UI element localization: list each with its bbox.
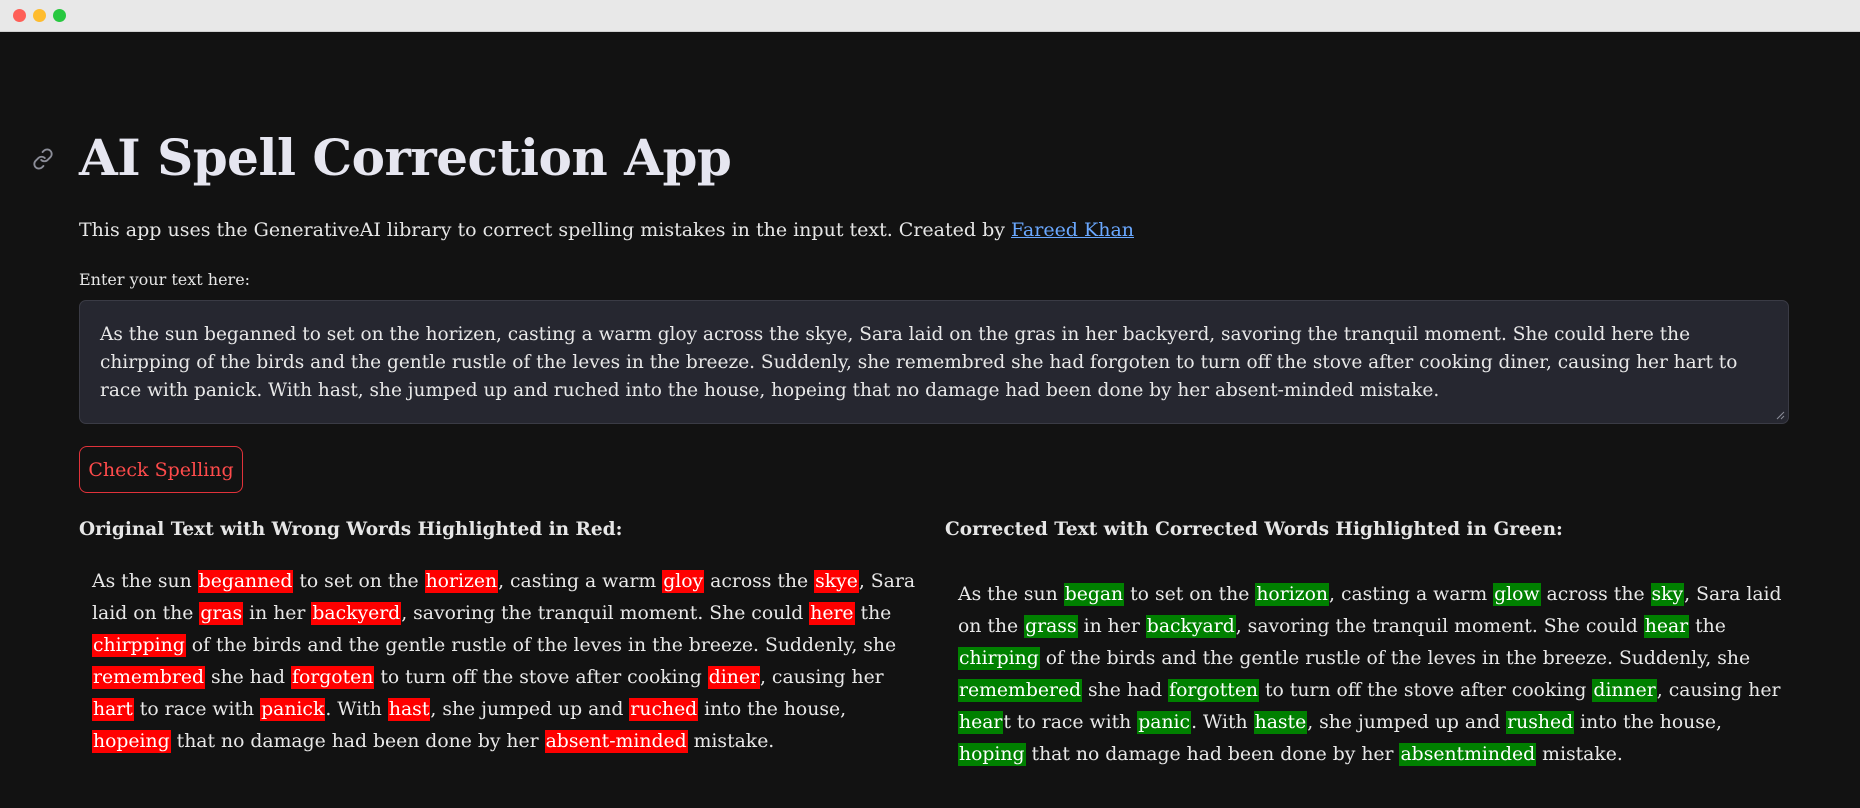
wrong-word-highlight: gras	[199, 602, 244, 625]
corrected-text-heading: Corrected Text with Corrected Words High…	[945, 519, 1563, 540]
minimize-window-button[interactable]	[33, 9, 46, 22]
text-segment: in her	[243, 603, 312, 624]
text-segment: , casting a warm	[498, 571, 663, 592]
original-text-heading: Original Text with Wrong Words Highlight…	[79, 519, 623, 540]
wrong-word-highlight: horizen	[424, 570, 499, 593]
text-segment: As the sun	[958, 584, 1064, 605]
page-title: AI Spell Correction App	[79, 128, 732, 187]
wrong-word-highlight: diner	[707, 666, 760, 689]
corrected-word-highlight: absentminded	[1399, 743, 1537, 766]
wrong-word-highlight: hart	[92, 698, 134, 721]
text-segment: , causing her	[1656, 680, 1781, 701]
text-segment: , she jumped up and	[430, 699, 630, 720]
text-segment: , she jumped up and	[1307, 712, 1507, 733]
text-segment: t to race with	[1003, 712, 1138, 733]
corrected-word-highlight: panic	[1137, 711, 1192, 734]
text-segment: she had	[204, 667, 292, 688]
corrected-word-highlight: backyard	[1145, 615, 1236, 638]
wrong-word-highlight: absent-minded	[544, 730, 688, 753]
corrected-word-highlight: glow	[1493, 583, 1541, 606]
wrong-word-highlight: beganned	[197, 570, 294, 593]
corrected-word-highlight: dinner	[1592, 679, 1657, 702]
text-segment: to turn off the stove after cooking	[374, 667, 708, 688]
text-segment: that no damage had been done by her	[1025, 744, 1400, 765]
corrected-word-highlight: hear	[1643, 615, 1690, 638]
text-segment: , casting a warm	[1329, 584, 1494, 605]
corrected-word-highlight: hear	[958, 711, 1004, 734]
wrong-word-highlight: gloy	[662, 570, 705, 593]
text-segment: . With	[325, 699, 388, 720]
text-segment: to set on the	[1124, 584, 1256, 605]
text-segment: of the birds and the gentle rustle of th…	[185, 635, 897, 656]
text-segment: the	[854, 603, 892, 624]
wrong-word-highlight: ruched	[629, 698, 699, 721]
wrong-word-highlight: forgoten	[291, 666, 375, 689]
corrected-text-output: As the sun began to set on the horizon, …	[958, 579, 1788, 771]
window-titlebar	[0, 0, 1860, 32]
text-input-area[interactable]: As the sun beganned to set on the horize…	[79, 300, 1789, 424]
corrected-word-highlight: rushed	[1506, 711, 1575, 734]
app-description: This app uses the GenerativeAI library t…	[79, 216, 1134, 244]
wrong-word-highlight: remembred	[92, 666, 205, 689]
wrong-word-highlight: hast	[387, 698, 431, 721]
wrong-word-highlight: backyerd	[311, 602, 402, 625]
text-input-label: Enter your text here:	[79, 270, 251, 289]
corrected-word-highlight: began	[1063, 583, 1125, 606]
text-input-value[interactable]: As the sun beganned to set on the horize…	[100, 324, 1737, 401]
original-text-output: As the sun beganned to set on the horize…	[92, 566, 922, 758]
text-segment: that no damage had been done by her	[170, 731, 545, 752]
text-segment: to turn off the stove after cooking	[1259, 680, 1593, 701]
text-segment: , savoring the tranquil moment. She coul…	[1235, 616, 1644, 637]
wrong-word-highlight: here	[809, 602, 855, 625]
wrong-word-highlight: panick	[260, 698, 326, 721]
corrected-word-highlight: chirping	[958, 647, 1040, 670]
text-segment: in her	[1077, 616, 1146, 637]
author-link[interactable]: Fareed Khan	[1011, 219, 1134, 241]
wrong-word-highlight: chirpping	[92, 634, 186, 657]
text-segment: mistake.	[687, 731, 775, 752]
text-segment: into the house,	[698, 699, 847, 720]
resize-grip-icon[interactable]	[1775, 410, 1785, 420]
text-segment: , savoring the tranquil moment. She coul…	[401, 603, 810, 624]
text-segment: to race with	[133, 699, 261, 720]
corrected-word-highlight: hoping	[958, 743, 1026, 766]
text-segment: across the	[704, 571, 815, 592]
text-segment: mistake.	[1536, 744, 1623, 765]
corrected-word-highlight: horizon	[1255, 583, 1330, 606]
text-segment: . With	[1191, 712, 1254, 733]
text-segment: to set on the	[293, 571, 425, 592]
text-segment: As the sun	[92, 571, 198, 592]
corrected-word-highlight: haste	[1253, 711, 1308, 734]
corrected-word-highlight: forgotten	[1168, 679, 1260, 702]
close-window-button[interactable]	[13, 9, 26, 22]
corrected-word-highlight: grass	[1024, 615, 1078, 638]
text-segment: across the	[1540, 584, 1651, 605]
wrong-word-highlight: hopeing	[92, 730, 171, 753]
text-segment: into the house,	[1574, 712, 1723, 733]
corrected-word-highlight: remembered	[958, 679, 1083, 702]
link-icon[interactable]	[32, 148, 54, 170]
maximize-window-button[interactable]	[53, 9, 66, 22]
text-segment: , causing her	[759, 667, 884, 688]
wrong-word-highlight: skye	[814, 570, 859, 593]
text-segment: of the birds and the gentle rustle of th…	[1039, 648, 1751, 669]
check-spelling-button[interactable]: Check Spelling	[79, 446, 243, 493]
text-segment: she had	[1082, 680, 1169, 701]
corrected-word-highlight: sky	[1650, 583, 1685, 606]
text-segment: the	[1689, 616, 1726, 637]
description-text: This app uses the GenerativeAI library t…	[79, 219, 1012, 241]
